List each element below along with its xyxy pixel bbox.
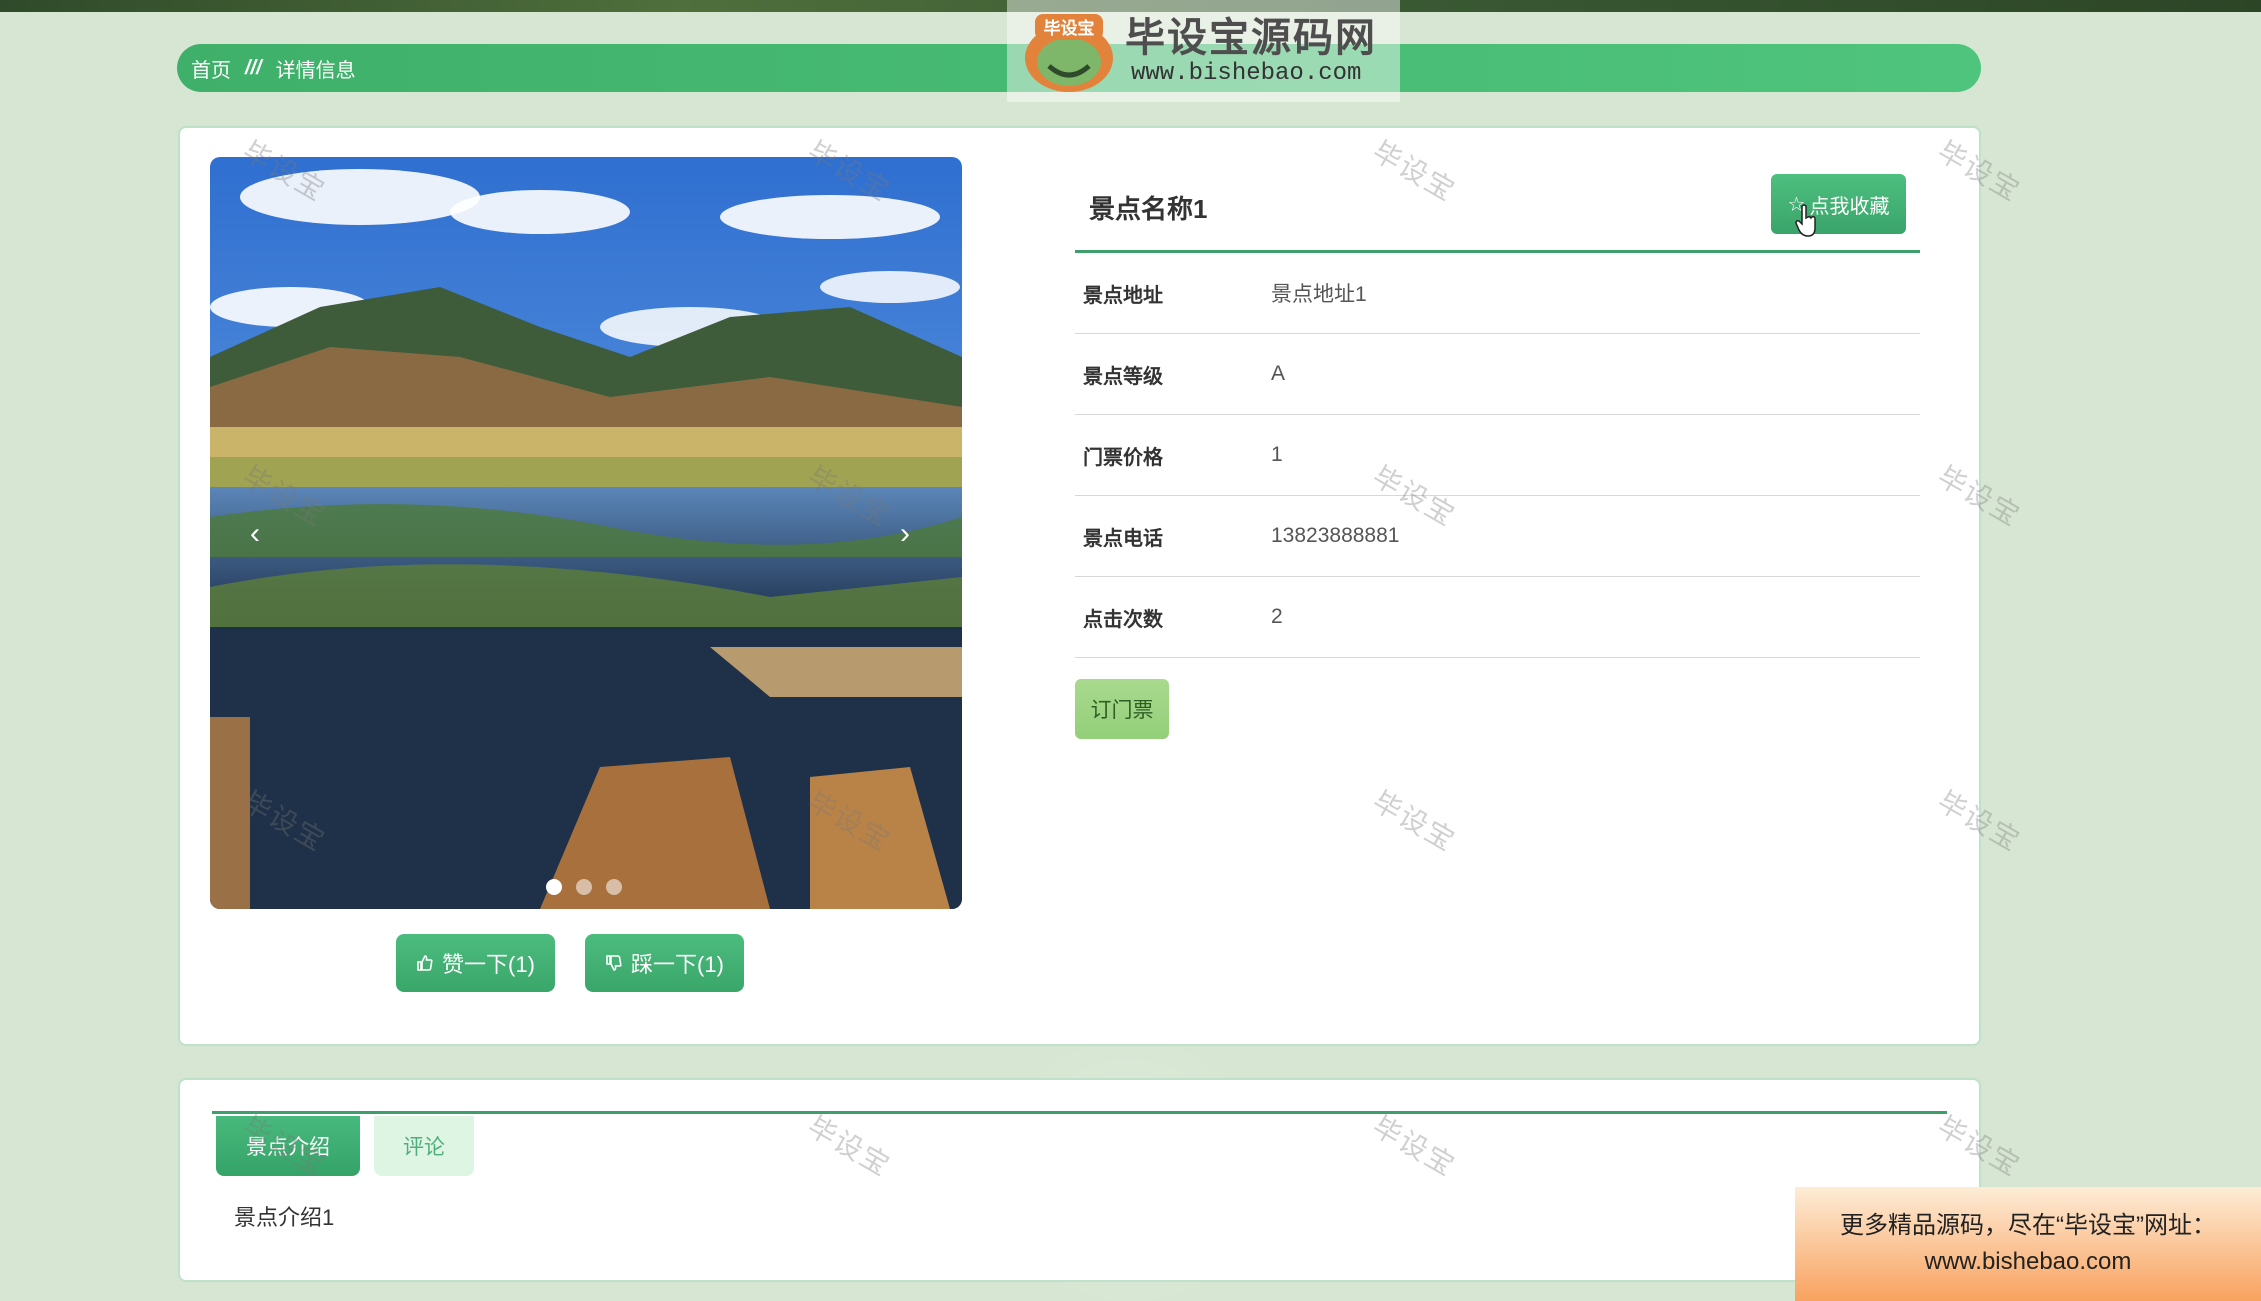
dislike-button[interactable]: 踩一下(1)	[585, 934, 744, 992]
mascot-logo-icon: 毕设宝	[1025, 14, 1113, 92]
scenic-photo-carousel[interactable]: ‹ ›	[210, 157, 962, 909]
info-row-level: 景点等级 A	[1075, 334, 1920, 415]
breadcrumb-current: 详情信息	[275, 59, 356, 82]
carousel-dot[interactable]	[576, 879, 592, 895]
like-button[interactable]: 赞一下(1)	[396, 934, 555, 992]
tab-divider	[212, 1111, 1947, 1114]
promo-banner[interactable]: 更多精品源码，尽在“毕设宝”网址： www.bishebao.com	[1795, 1187, 2261, 1301]
svg-text:毕设宝: 毕设宝	[1044, 18, 1095, 39]
carousel-dot[interactable]	[606, 879, 622, 895]
buy-ticket-button[interactable]: 订门票	[1075, 679, 1169, 739]
like-label: 赞一下(1)	[442, 952, 535, 977]
info-label: 景点地址	[1083, 284, 1163, 307]
info-row-price: 门票价格 1	[1075, 415, 1920, 496]
scenic-name: 景点名称1	[1089, 193, 1208, 224]
promo-line-2: www.bishebao.com	[1924, 1248, 2132, 1275]
carousel-dot[interactable]	[546, 879, 562, 895]
info-label: 景点电话	[1083, 527, 1163, 550]
info-value: A	[1271, 362, 1286, 385]
info-value: 1	[1271, 443, 1283, 466]
logo-title: 毕设宝源码网	[1125, 15, 1377, 60]
dislike-label: 踩一下(1)	[631, 952, 724, 977]
logo-url: www.bishebao.com	[1131, 59, 1362, 87]
tabs-card: 景点介绍 评论 景点介绍1	[178, 1078, 1981, 1282]
breadcrumb-home[interactable]: 首页	[191, 54, 231, 83]
thumbs-down-icon	[606, 955, 622, 971]
hand-cursor-icon	[1795, 204, 1816, 237]
info-label: 景点等级	[1083, 365, 1163, 388]
favorite-label: 点我收藏	[1809, 195, 1890, 218]
detail-info: 景点名称1 ☆ 点我收藏 景点地址 景点地址1 景点等级 A 门票价格 1 景点…	[1075, 164, 1920, 739]
favorite-button[interactable]: ☆ 点我收藏	[1771, 174, 1906, 234]
tab-comment[interactable]: 评论	[374, 1116, 474, 1176]
tab-intro[interactable]: 景点介绍	[216, 1116, 360, 1176]
info-label: 门票价格	[1083, 446, 1163, 469]
scenic-photo	[210, 157, 962, 909]
site-logo-watermark: 毕设宝 毕设宝源码网 www.bishebao.com	[1007, 0, 1400, 102]
breadcrumb-separator: ///	[245, 56, 262, 79]
carousel-next-button[interactable]: ›	[900, 517, 910, 551]
info-row-clicks: 点击次数 2	[1075, 577, 1920, 658]
intro-content: 景点介绍1	[234, 1205, 335, 1230]
info-label: 点击次数	[1083, 608, 1163, 631]
info-row-phone: 景点电话 13823888881	[1075, 496, 1920, 577]
carousel-dots	[546, 879, 622, 895]
promo-line-1: 更多精品源码，尽在“毕设宝”网址：	[1840, 1212, 2216, 1239]
info-value: 2	[1271, 605, 1283, 628]
info-row-address: 景点地址 景点地址1	[1075, 253, 1920, 334]
info-value: 景点地址1	[1271, 283, 1367, 306]
carousel-prev-button[interactable]: ‹	[250, 517, 260, 551]
info-value: 13823888881	[1271, 524, 1400, 547]
thumbs-up-icon	[417, 955, 433, 971]
